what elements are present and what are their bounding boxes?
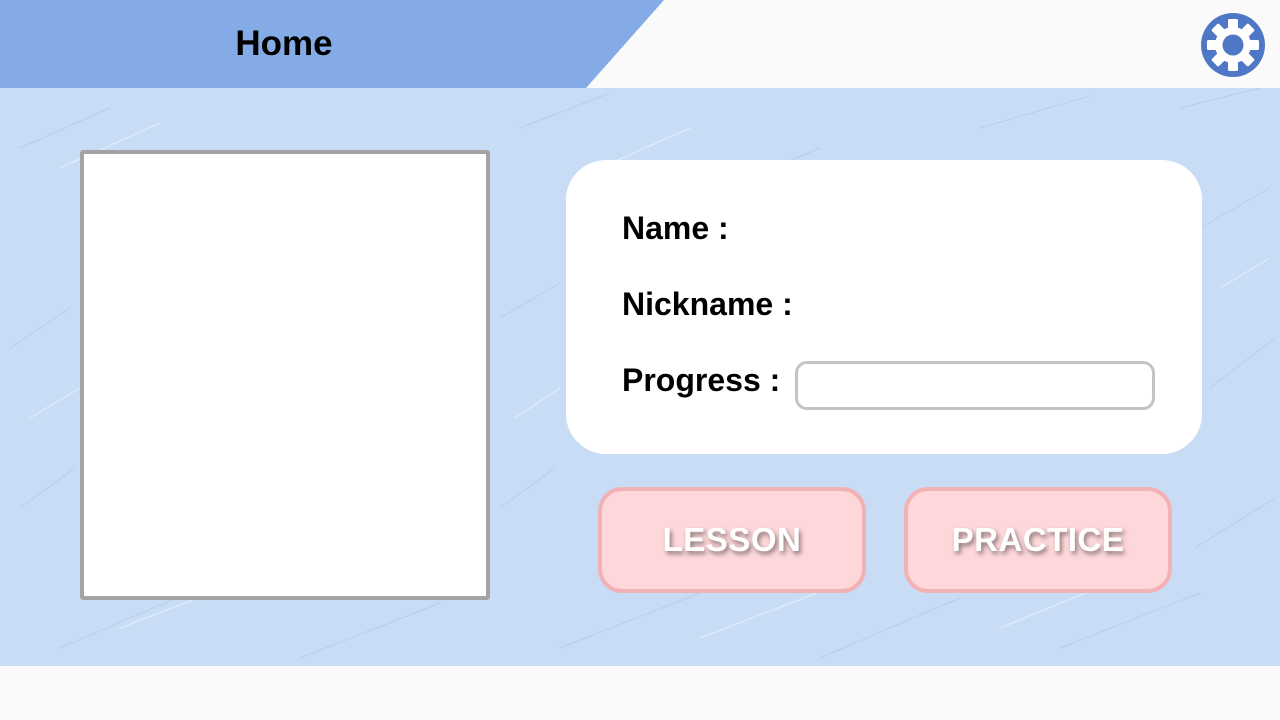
settings-button[interactable] [1200, 12, 1266, 78]
progress-bar [795, 361, 1155, 410]
nickname-label: Nickname : [622, 286, 793, 322]
page-title: Home [235, 24, 333, 63]
main-area: Name : Nickname : Progress : LESSON PRAC… [0, 88, 1280, 666]
lesson-button-label: LESSON [662, 521, 802, 558]
practice-button-label: PRACTICE [951, 521, 1125, 558]
avatar-placeholder [80, 150, 490, 600]
top-bar: Home [0, 0, 1280, 88]
profile-card: Name : Nickname : Progress : [566, 160, 1202, 454]
lesson-button[interactable]: LESSON [598, 487, 866, 593]
name-label: Name : [622, 210, 729, 246]
practice-button[interactable]: PRACTICE [904, 487, 1172, 593]
gear-icon [1201, 13, 1265, 77]
progress-label: Progress : [622, 362, 781, 398]
